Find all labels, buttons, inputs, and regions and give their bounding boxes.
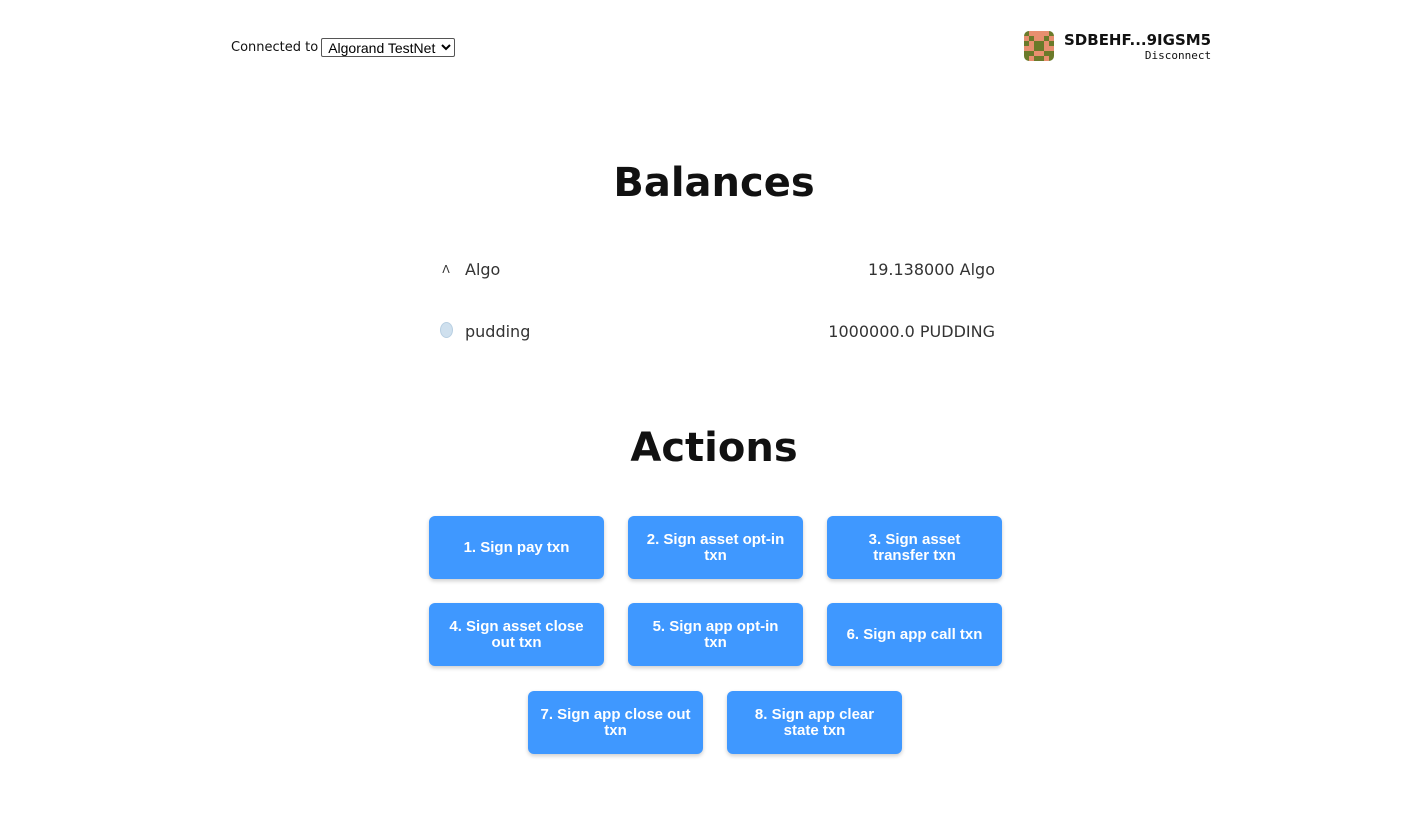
- account-address: SDBEHF...9IGSM5: [1064, 31, 1212, 49]
- network-select[interactable]: Algorand TestNet: [321, 38, 456, 57]
- connected-label: Connected to: [231, 40, 319, 55]
- asset-name: pudding: [465, 322, 531, 341]
- sign-asset-transfer-button[interactable]: 3. Sign asset transfer txn: [827, 516, 1002, 579]
- sign-app-call-button[interactable]: 6. Sign app call txn: [827, 603, 1002, 666]
- sign-asset-close-out-button[interactable]: 4. Sign asset close out txn: [429, 603, 604, 666]
- asset-amount: 19.138000 Algo: [868, 260, 995, 279]
- account-info: SDBEHF...9IGSM5 Disconnect: [1024, 31, 1211, 62]
- balances-title: Balances: [613, 160, 815, 206]
- network-selector: Connected to Algorand TestNet: [231, 38, 456, 57]
- algo-icon: Λ: [442, 263, 450, 276]
- asset-amount: 1000000.0 PUDDING: [828, 322, 995, 341]
- sign-asset-opt-in-button[interactable]: 2. Sign asset opt-in txn: [628, 516, 803, 579]
- sign-app-opt-in-button[interactable]: 5. Sign app opt-in txn: [628, 603, 803, 666]
- balance-row-algo: Λ Algo 19.138000 Algo: [438, 260, 995, 279]
- asset-name: Algo: [465, 260, 501, 279]
- avatar: [1024, 31, 1054, 61]
- sign-app-close-out-button[interactable]: 7. Sign app close out txn: [528, 691, 703, 754]
- sign-pay-txn-button[interactable]: 1. Sign pay txn: [429, 516, 604, 579]
- balance-row-pudding: pudding 1000000.0 PUDDING: [438, 322, 995, 341]
- disconnect-link[interactable]: Disconnect: [1064, 49, 1211, 62]
- actions-title: Actions: [630, 425, 798, 471]
- coin-icon: [438, 322, 454, 341]
- sign-app-clear-state-button[interactable]: 8. Sign app clear state txn: [727, 691, 902, 754]
